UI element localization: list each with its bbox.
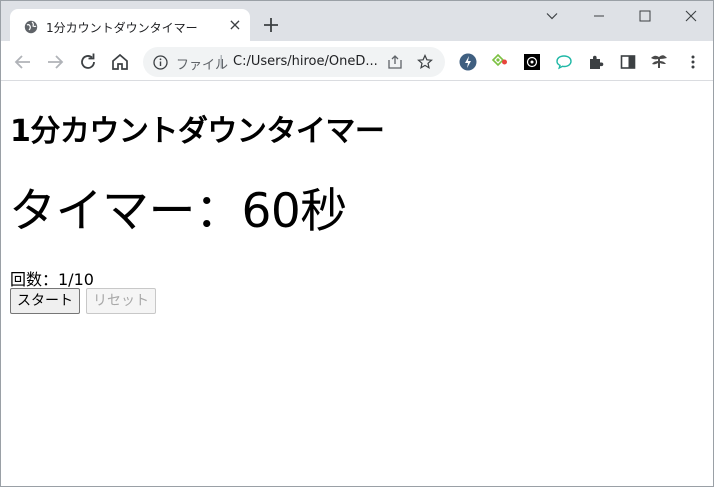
page-title: 1分カウントダウンタイマー	[10, 114, 385, 149]
round-counter: 回数：1/10	[10, 270, 94, 289]
browser-toolbar: ファイル | C:/Users/hiroe/OneD...	[1, 43, 713, 81]
puzzle-icon[interactable]	[587, 53, 605, 71]
close-icon[interactable]: ×	[226, 16, 244, 34]
kebab-menu-icon[interactable]	[684, 53, 702, 71]
profile-avatar-icon[interactable]	[649, 51, 669, 71]
share-icon[interactable]	[387, 54, 403, 74]
forward-arrow-icon[interactable]	[43, 50, 67, 74]
maximize-icon[interactable]	[622, 5, 668, 27]
active-tab[interactable]: 1分カウントダウンタイマー ×	[10, 9, 250, 43]
minimize-icon[interactable]	[576, 5, 622, 27]
lightning-extension-icon[interactable]	[459, 53, 477, 71]
side-panel-icon[interactable]	[619, 53, 637, 71]
start-button[interactable]: スタート	[10, 288, 80, 314]
reload-icon[interactable]	[76, 50, 100, 74]
back-arrow-icon[interactable]	[11, 50, 35, 74]
home-icon[interactable]	[108, 50, 132, 74]
page-content: 1分カウントダウンタイマー タイマー：60秒 回数：1/10 スタート リセット	[1, 82, 713, 486]
address-bar[interactable]: ファイル | C:/Users/hiroe/OneD...	[143, 47, 445, 77]
tab-strip: 1分カウントダウンタイマー ×	[1, 1, 713, 43]
tab-title: 1分カウントダウンタイマー	[46, 21, 198, 35]
address-url[interactable]: C:/Users/hiroe/OneD...	[233, 54, 378, 69]
plus-icon[interactable]	[260, 14, 282, 36]
reset-button[interactable]: リセット	[86, 288, 156, 314]
chat-bubble-extension-icon[interactable]	[555, 53, 573, 71]
close-icon[interactable]	[668, 5, 713, 27]
star-icon[interactable]	[417, 54, 433, 74]
diamond-extension-icon[interactable]	[491, 53, 509, 71]
globe-icon	[24, 19, 38, 34]
browser-window: 1分カウントダウンタイマー × ファイル | C:/Users/hiroe/On…	[0, 0, 714, 487]
timer-display: タイマー：60秒	[9, 184, 347, 239]
chevron-down-icon[interactable]	[529, 5, 575, 27]
info-icon[interactable]	[153, 55, 168, 74]
address-separator: |	[219, 54, 224, 69]
chatgpt-extension-icon[interactable]	[523, 53, 541, 71]
